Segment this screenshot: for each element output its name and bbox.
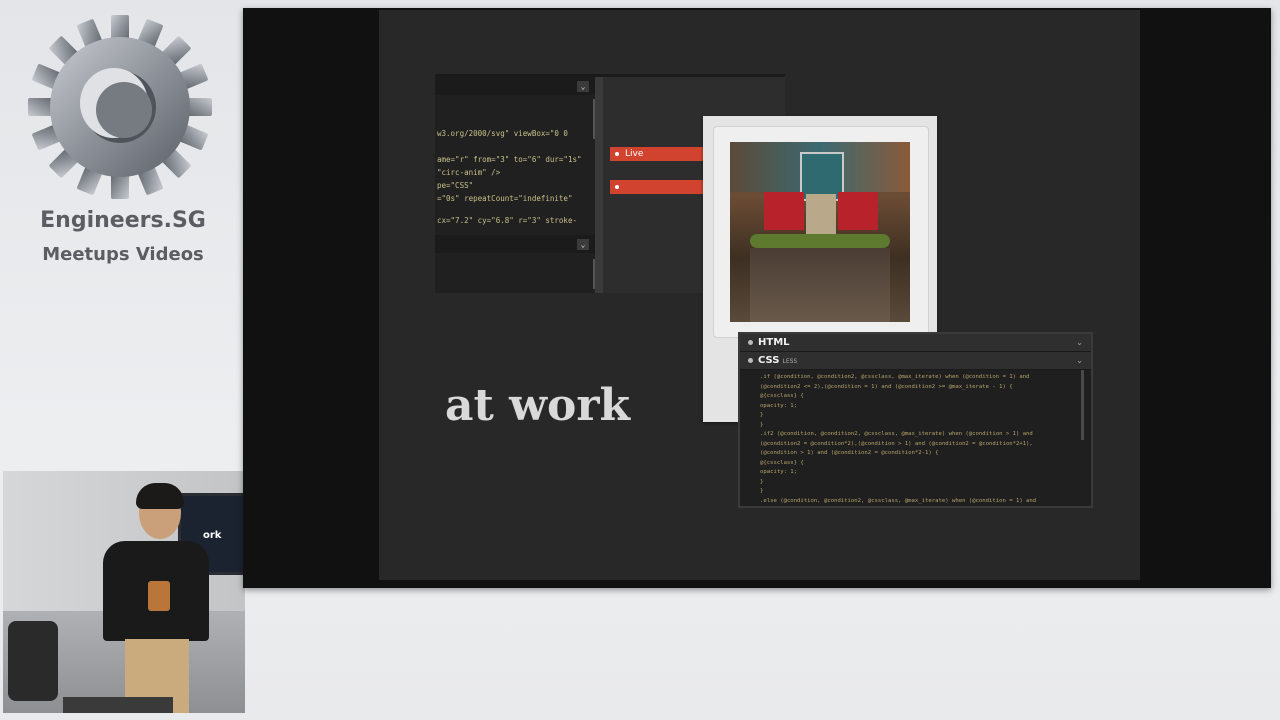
css-code-line: } (760, 488, 764, 494)
css-code-line: (@condition > 1) and (@condition2 = @con… (760, 450, 939, 456)
second-toggle[interactable] (610, 180, 705, 194)
code-pane-header: ⌄ (435, 77, 595, 95)
css-code: .if (@condition, @condition2, @cssclass,… (760, 374, 1078, 504)
code-line: ="0s" repeatCount="indefinite" (437, 194, 573, 203)
code-pane-subheader: ⌄ (435, 235, 595, 253)
slide: ⌄ w3.org/2000/svg" viewBox="0 0 ame="r" … (379, 10, 1140, 580)
slide-frame: ⌄ w3.org/2000/svg" viewBox="0 0 ame="r" … (243, 8, 1271, 588)
css-code-line: } (760, 421, 764, 428)
css-code-line: opacity: 1; (760, 402, 798, 409)
css-code-line: @{cssclass} { (760, 459, 804, 466)
chevron-down-icon[interactable]: ⌄ (1076, 334, 1083, 351)
code-line: w3.org/2000/svg" viewBox="0 0 (437, 129, 568, 138)
photo-garland (750, 234, 890, 248)
webcam-chair (8, 621, 58, 701)
brand-subtitle: Meetups Videos (42, 244, 204, 265)
tab-css-tag: LESS (782, 358, 798, 365)
tab-html[interactable]: HTML ⌄ (740, 334, 1091, 352)
code-line: pe="CSS" (437, 181, 474, 190)
css-code-line: } (760, 478, 764, 485)
code-line: cx="7.2" cy="6.8" r="3" stroke- (437, 216, 577, 225)
presenter-shirt-print (148, 581, 170, 611)
live-toggle[interactable]: Live (610, 147, 705, 161)
brand-title: Engineers.SG (40, 208, 206, 233)
css-scrollbar[interactable] (1081, 370, 1084, 440)
chevron-down-icon[interactable]: ⌄ (577, 239, 589, 250)
tab-css-label: CSS LESS (758, 352, 797, 370)
webcam-video: ork (3, 471, 245, 713)
bullet-icon (748, 340, 753, 345)
photo-tin-center (806, 194, 836, 234)
toggle-dot-icon (615, 185, 619, 189)
slide-heading: at work (445, 380, 631, 431)
css-code-line: opacity: 1; (760, 469, 798, 475)
pane-divider[interactable] (595, 77, 603, 293)
code-line: ame="r" from="3" to="6" dur="1s" (437, 155, 582, 164)
code-pane: ⌄ w3.org/2000/svg" viewBox="0 0 ame="r" … (435, 77, 595, 293)
photo-tin-right (838, 192, 878, 230)
html-css-panel: HTML ⌄ CSS LESS ⌄ .if (@condition, @condi… (738, 332, 1093, 508)
css-code-line: (@condition2 = @condition*2),(@condition… (760, 440, 1033, 447)
css-code-line: .if2 (@condition, @condition2, @cssclass… (760, 431, 1033, 437)
bullet-icon (748, 358, 753, 363)
live-dot-icon (615, 152, 619, 156)
code-line: "circ-anim" /> (437, 168, 501, 177)
webcam-laptop (63, 697, 173, 713)
css-code-line: (@condition2 <= 2),(@condition = 1) and … (760, 383, 1013, 390)
live-label: Live (625, 149, 644, 159)
css-code-line: .else (@condition, @condition2, @cssclas… (760, 497, 1037, 504)
photo-box (750, 248, 890, 322)
photo-image (730, 142, 910, 322)
tab-css-text: CSS (758, 355, 780, 366)
webcam-tv-text: ork (203, 530, 222, 541)
css-code-line: .if (@condition, @condition2, @cssclass,… (760, 374, 1030, 380)
photo-tin-left (764, 192, 804, 230)
presenter-hair (136, 483, 184, 509)
gear-icon (28, 12, 212, 202)
chevron-down-icon[interactable]: ⌄ (1076, 352, 1083, 369)
tab-html-label: HTML (758, 337, 790, 348)
chevron-down-icon[interactable]: ⌄ (577, 81, 589, 92)
css-code-line: } (760, 412, 764, 418)
css-code-line: @{cssclass} { (760, 393, 804, 399)
tab-css[interactable]: CSS LESS ⌄ (740, 352, 1091, 370)
